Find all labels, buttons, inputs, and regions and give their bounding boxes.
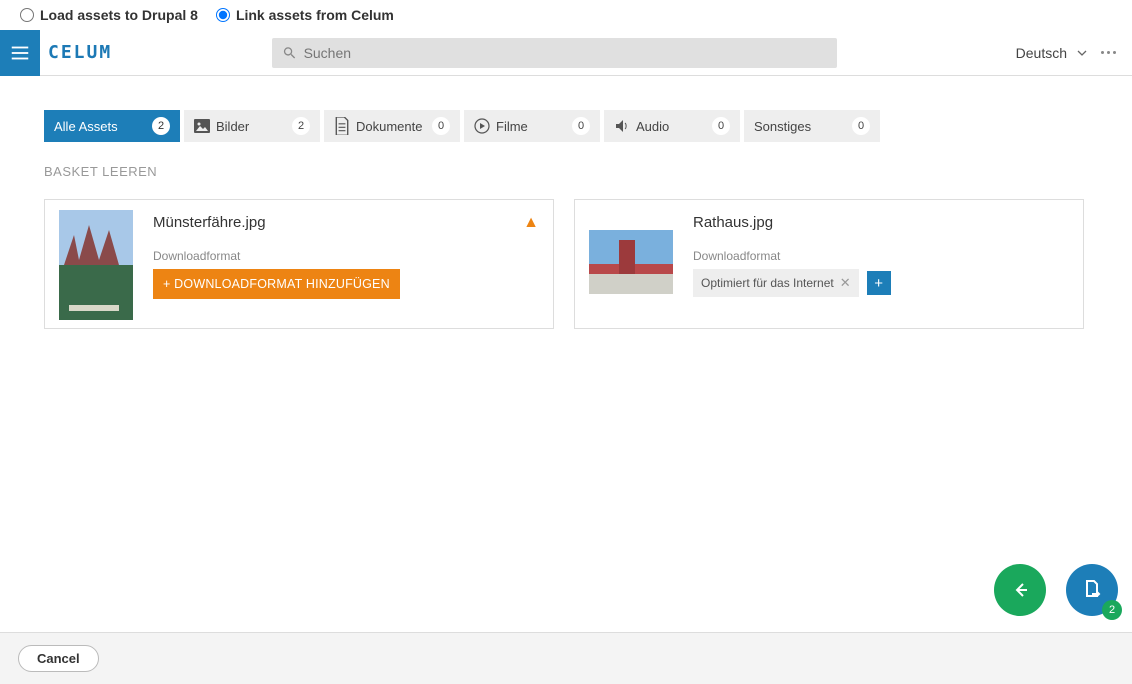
option-load-label: Load assets to Drupal 8 <box>40 7 198 23</box>
radio-load[interactable] <box>20 8 34 22</box>
tab-all-assets[interactable]: Alle Assets 2 <box>44 110 180 142</box>
warning-icon: ▲ <box>523 214 539 232</box>
export-fab[interactable]: 2 <box>1066 564 1118 616</box>
footer-bar: Cancel <box>0 632 1132 684</box>
tab-audio[interactable]: Audio 0 <box>604 110 740 142</box>
asset-thumbnail <box>589 230 673 294</box>
tab-bilder[interactable]: Bilder 2 <box>184 110 320 142</box>
tab-count: 0 <box>712 117 730 135</box>
format-label: Downloadformat <box>153 249 539 263</box>
tab-count: 2 <box>292 117 310 135</box>
document-export-icon <box>1080 578 1104 602</box>
tab-label: Bilder <box>216 119 249 134</box>
basket-clear-link[interactable]: BASKET LEEREN <box>44 164 1092 179</box>
remove-chip-icon[interactable]: ✕ <box>840 275 851 291</box>
tab-label: Alle Assets <box>54 119 118 134</box>
format-label: Downloadformat <box>693 249 1069 263</box>
search-icon <box>282 45 297 61</box>
asset-card: Münsterfähre.jpg Downloadformat + DOWNLO… <box>44 199 554 329</box>
tab-count: 0 <box>432 117 450 135</box>
tab-filme[interactable]: Filme 0 <box>464 110 600 142</box>
option-load-assets[interactable]: Load assets to Drupal 8 <box>20 7 198 23</box>
menu-button[interactable] <box>0 30 40 76</box>
asset-title: Münsterfähre.jpg <box>153 214 539 231</box>
tab-label: Audio <box>636 119 669 134</box>
add-format-button[interactable]: + <box>867 271 891 295</box>
asset-card: Rathaus.jpg Downloadformat Optimiert für… <box>574 199 1084 329</box>
tab-count: 0 <box>572 117 590 135</box>
asset-thumbnail <box>59 210 133 320</box>
option-link-label: Link assets from Celum <box>236 7 394 23</box>
audio-icon <box>614 119 630 133</box>
search-field[interactable] <box>272 38 837 68</box>
asset-tabs: Alle Assets 2 Bilder 2 Dokumente 0 Filme… <box>44 110 1092 142</box>
language-selector[interactable]: Deutsch <box>1016 45 1087 61</box>
hamburger-icon <box>9 42 31 64</box>
image-icon <box>194 119 210 133</box>
film-icon <box>474 119 490 133</box>
tab-label: Sonstiges <box>754 119 811 134</box>
tab-count: 0 <box>852 117 870 135</box>
header-bar: CELUM Deutsch <box>0 30 1132 76</box>
back-fab[interactable] <box>994 564 1046 616</box>
tab-count: 2 <box>152 117 170 135</box>
radio-link[interactable] <box>216 8 230 22</box>
export-count-badge: 2 <box>1102 600 1122 620</box>
asset-title: Rathaus.jpg <box>693 214 1069 231</box>
add-download-format-button[interactable]: + DOWNLOADFORMAT HINZUFÜGEN <box>153 269 400 299</box>
tab-label: Filme <box>496 119 528 134</box>
chevron-down-icon <box>1077 48 1087 58</box>
search-input[interactable] <box>304 45 828 61</box>
format-chip-label: Optimiert für das Internet <box>701 276 834 290</box>
tab-sonstiges[interactable]: Sonstiges 0 <box>744 110 880 142</box>
tab-dokumente[interactable]: Dokumente 0 <box>324 110 460 142</box>
language-label: Deutsch <box>1016 45 1067 61</box>
brand-logo: CELUM <box>48 42 112 63</box>
cancel-button[interactable]: Cancel <box>18 645 99 672</box>
more-menu[interactable] <box>1101 51 1116 54</box>
tab-label: Dokumente <box>356 119 422 134</box>
logo-text: CELUM <box>48 42 112 63</box>
document-icon <box>334 119 350 133</box>
option-link-assets[interactable]: Link assets from Celum <box>216 7 394 23</box>
format-chip: Optimiert für das Internet ✕ <box>693 269 859 297</box>
arrow-left-icon <box>1008 578 1032 602</box>
